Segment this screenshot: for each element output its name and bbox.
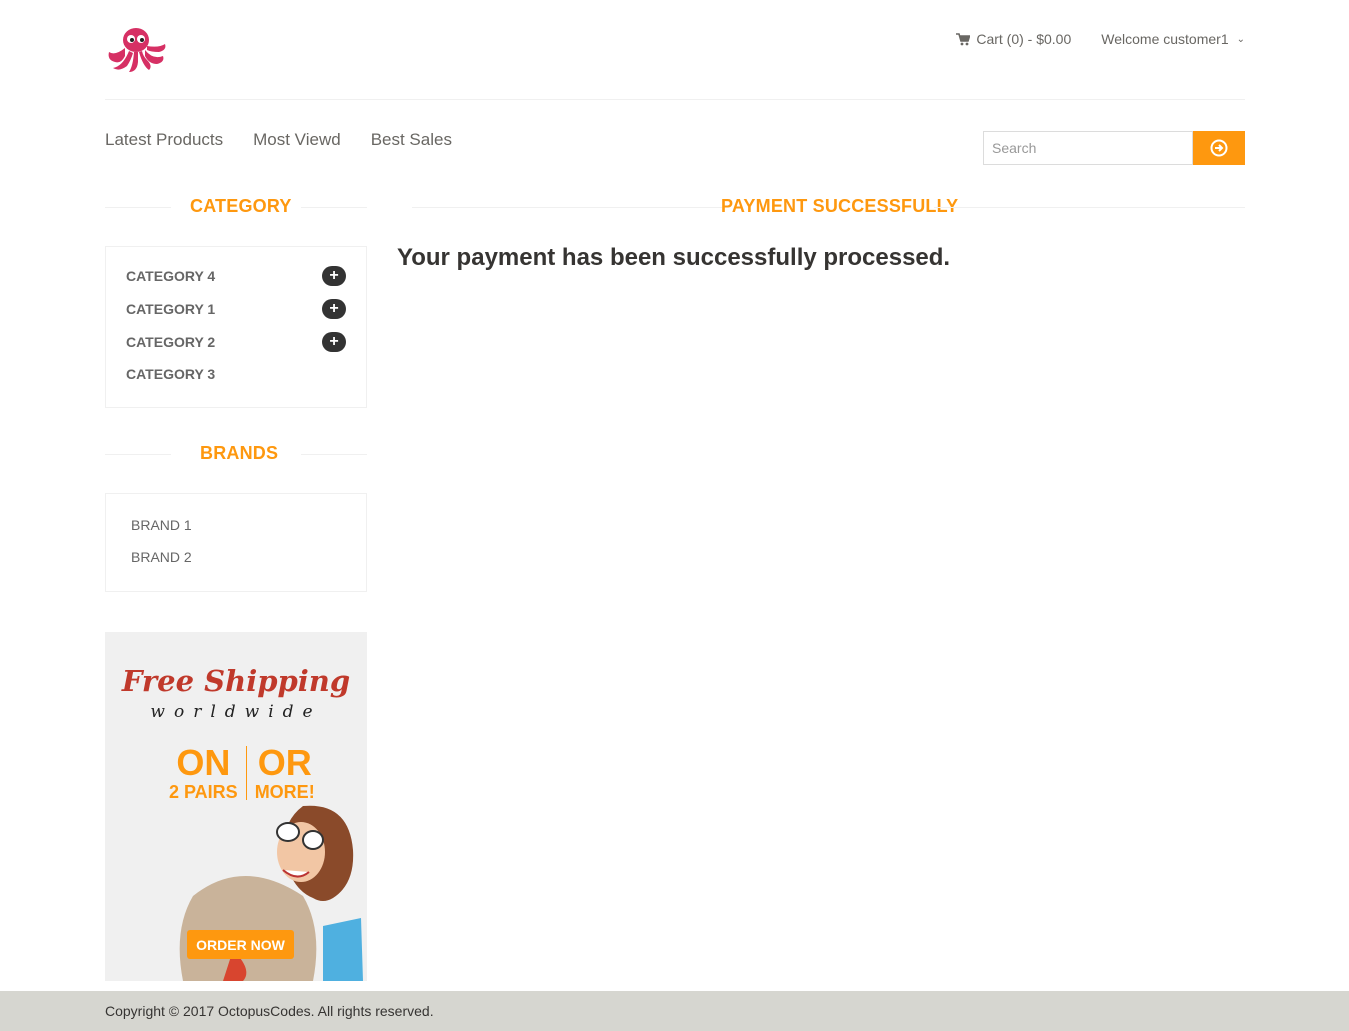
offer-divider (245, 746, 247, 800)
nav-best-sales[interactable]: Best Sales (371, 130, 452, 150)
brands-panel: BRAND 1 BRAND 2 (105, 493, 367, 592)
plus-icon[interactable]: + (322, 266, 346, 286)
nav-most-viewed[interactable]: Most Viewd (253, 130, 341, 150)
banner-headline: Free Shipping (121, 664, 351, 698)
category-item[interactable]: CATEGORY 3 (126, 364, 346, 384)
octopus-logo-icon[interactable] (105, 26, 167, 74)
category-title: CATEGORY (190, 196, 292, 216)
banner-subline: worldwide (150, 702, 322, 722)
cart-link[interactable]: Cart (0) - $0.00 (956, 31, 1071, 47)
offer-on: ON (176, 742, 231, 783)
shopping-cart-icon (956, 32, 971, 45)
title-divider (105, 454, 171, 455)
search-bar (983, 131, 1245, 165)
nav-latest-products[interactable]: Latest Products (105, 130, 223, 150)
offer-or: OR (257, 742, 312, 783)
chevron-down-icon: ⌄ (1236, 33, 1245, 45)
main-nav: Latest Products Most Viewd Best Sales (105, 130, 452, 150)
order-now-button[interactable]: ORDER NOW (187, 930, 294, 959)
plus-icon[interactable]: + (322, 299, 346, 319)
title-divider (934, 207, 1245, 208)
plus-icon[interactable]: + (322, 332, 346, 352)
search-button[interactable] (1193, 131, 1245, 165)
cart-label: Cart (0) - $0.00 (976, 31, 1072, 47)
copyright-text: Copyright © 2017 OctopusCodes. All right… (105, 1003, 434, 1019)
title-divider (105, 207, 171, 208)
title-divider (301, 454, 367, 455)
category-label: CATEGORY 4 (126, 268, 216, 284)
free-shipping-banner[interactable]: Free Shipping worldwide ON 2 PAIRS OR MO… (105, 632, 367, 981)
banner-offer: ON 2 PAIRS OR MORE! (169, 742, 315, 803)
category-label: CATEGORY 2 (126, 334, 216, 350)
category-label: CATEGORY 3 (126, 366, 216, 382)
category-item[interactable]: CATEGORY 2 + (126, 332, 346, 352)
category-panel: CATEGORY 4 + CATEGORY 1 + CATEGORY 2 + C… (105, 246, 367, 408)
category-item[interactable]: CATEGORY 1 + (126, 299, 346, 319)
brand-item[interactable]: BRAND 1 (131, 517, 192, 533)
title-divider (301, 207, 367, 208)
offer-more: MORE! (254, 782, 315, 802)
brand-item[interactable]: BRAND 2 (131, 549, 192, 565)
offer-pairs: 2 PAIRS (169, 782, 238, 802)
site-header: Cart (0) - $0.00 Welcome customer1 ⌄ (105, 0, 1245, 100)
title-divider (412, 207, 722, 208)
welcome-label: Welcome customer1 (1101, 31, 1229, 47)
category-item[interactable]: CATEGORY 4 + (126, 266, 346, 286)
brands-title: BRANDS (200, 443, 279, 463)
search-input[interactable] (983, 131, 1193, 165)
category-label: CATEGORY 1 (126, 301, 216, 317)
account-menu[interactable]: Welcome customer1 ⌄ (1101, 31, 1245, 47)
payment-message: Your payment has been successfully proce… (397, 244, 951, 271)
site-footer: Copyright © 2017 OctopusCodes. All right… (0, 991, 1349, 1031)
payment-title: PAYMENT SUCCESSFULLY (721, 196, 959, 216)
arrow-circle-right-icon (1210, 139, 1228, 157)
